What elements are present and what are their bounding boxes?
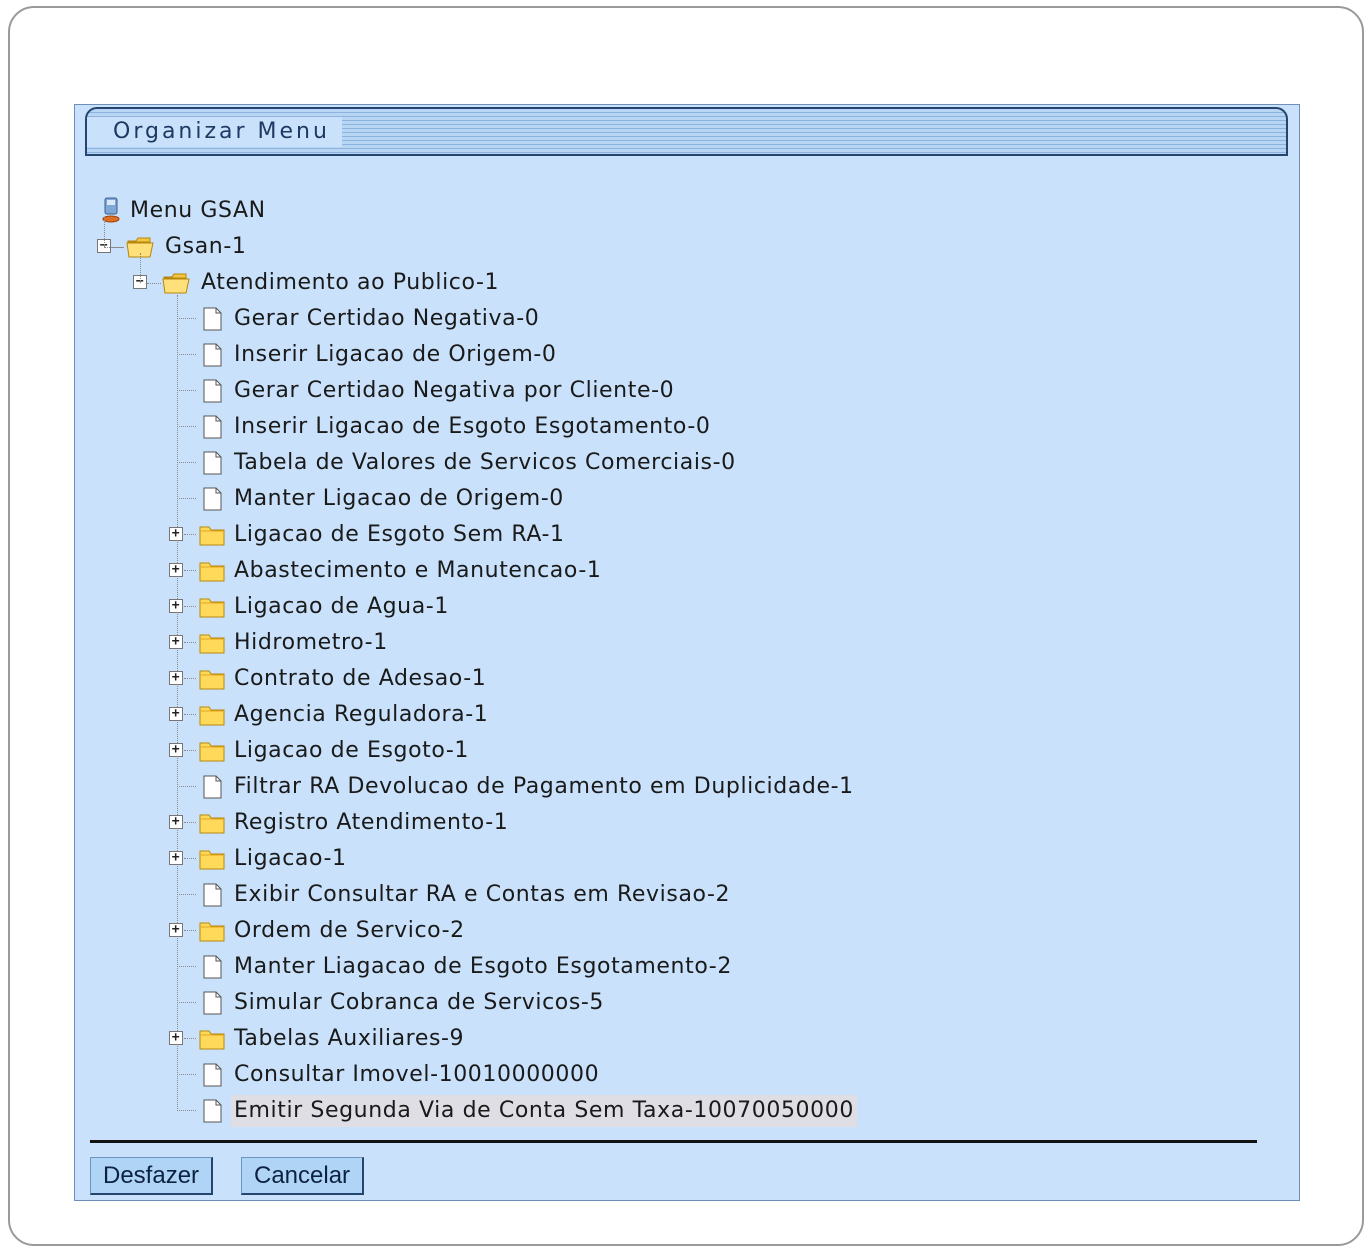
tree-item-label: Agencia Reguladora-1 [234,702,489,727]
tree-item-label: Hidrometro-1 [234,630,388,655]
tree-connector [184,606,196,607]
tree-connector [111,247,123,248]
undo-button[interactable]: Desfazer [90,1157,214,1195]
tree-connector [177,295,178,1111]
expand-toggle[interactable]: + [169,671,183,685]
folder-icon [199,598,225,618]
document-icon [203,487,222,511]
expand-toggle[interactable]: + [169,707,183,721]
tree-item-label: Ligacao de Esgoto-1 [234,738,469,763]
tree-connector [177,426,196,427]
panel-header: Organizar Menu [85,107,1288,156]
folder-icon [199,670,225,690]
tree-connector [184,534,196,535]
tree-item-label: Contrato de Adesao-1 [234,666,487,691]
expand-toggle[interactable]: + [169,815,183,829]
computer-icon [102,197,120,223]
document-icon [203,1063,222,1087]
tree-connector [177,966,196,967]
tree-connector [184,930,196,931]
tree-connector [177,1110,196,1111]
tree-connector [177,390,196,391]
folder-icon [199,526,225,546]
folder-icon [199,742,225,762]
document-icon [203,415,222,439]
expand-toggle[interactable]: + [169,1031,183,1045]
tree-item-label: Consultar Imovel-10010000000 [234,1062,600,1087]
expand-toggle[interactable]: + [169,599,183,613]
tree-connector [177,894,196,895]
tree-connector [177,354,196,355]
tree-item-label: Abastecimento e Manutencao-1 [234,558,602,583]
tree-item-label: Ligacao de Agua-1 [234,594,449,619]
document-icon [203,343,222,367]
tree-connector [184,678,196,679]
tree-connector [184,714,196,715]
tree-connector [177,1074,196,1075]
divider [90,1140,1257,1143]
document-icon [203,883,222,907]
tree-connector [177,318,196,319]
tree-connector [184,1038,196,1039]
tree-item-label: Tabela de Valores de Servicos Comerciais… [234,450,736,475]
tree-item-label: Exibir Consultar RA e Contas em Revisao-… [234,882,731,907]
panel-title: Organizar Menu [87,117,342,147]
expand-toggle[interactable]: + [169,923,183,937]
document-icon [203,955,222,979]
folder-open-icon [162,273,190,294]
folder-icon [199,1030,225,1050]
tree-node-label: Atendimento ao Publico-1 [201,270,500,295]
folder-icon [199,922,225,942]
tree-connector [177,462,196,463]
tree-connector [177,1002,196,1003]
tree-node-label: Gsan-1 [165,234,247,259]
folder-icon [199,634,225,654]
tree-item-label: Tabelas Auxiliares-9 [234,1026,465,1051]
expand-toggle[interactable]: + [169,635,183,649]
tree-connector [184,858,196,859]
tree-root-label: Menu GSAN [130,198,266,223]
tree-item-label: Manter Liagacao de Esgoto Esgotamento-2 [234,954,732,979]
tree-connector [184,750,196,751]
tree-connector [184,822,196,823]
tree-connector [184,570,196,571]
tree-connector [184,642,196,643]
organizar-menu-panel: Organizar Menu Menu GSAN − Gsan-1 − Aten… [74,104,1300,1201]
tree-item-label: Registro Atendimento-1 [234,810,509,835]
tree-item-label: Gerar Certidao Negativa-0 [234,306,540,331]
document-icon [203,991,222,1015]
tree-item-label: Ligacao-1 [234,846,347,871]
document-icon [203,451,222,475]
tree-item-label: Inserir Ligacao de Origem-0 [234,342,557,367]
document-icon [203,379,222,403]
tree-connector [147,283,161,284]
tree-item-label: Emitir Segunda Via de Conta Sem Taxa-100… [231,1095,857,1127]
tree-item-label: Manter Ligacao de Origem-0 [234,486,564,511]
tree-connector [140,253,141,283]
expand-toggle[interactable]: + [169,563,183,577]
expand-toggle[interactable]: + [169,851,183,865]
folder-icon [199,814,225,834]
folder-icon [199,706,225,726]
tree-connector [177,786,196,787]
document-icon [203,775,222,799]
tree-item-label: Simular Cobranca de Servicos-5 [234,990,605,1015]
tree-connector [177,498,196,499]
document-icon [203,307,222,331]
folder-icon [199,850,225,870]
document-icon [203,1099,222,1123]
tree-item-label: Ordem de Servico-2 [234,918,465,943]
expand-toggle[interactable]: + [169,527,183,541]
tree-item-label: Inserir Ligacao de Esgoto Esgotamento-0 [234,414,711,439]
tree-item-label: Ligacao de Esgoto Sem RA-1 [234,522,565,547]
expand-toggle[interactable]: + [169,743,183,757]
tree-item-label: Filtrar RA Devolucao de Pagamento em Dup… [234,774,854,799]
tree-item-label: Gerar Certidao Negativa por Cliente-0 [234,378,675,403]
tree-connector [104,217,105,247]
cancel-button[interactable]: Cancelar [241,1157,365,1195]
folder-icon [199,562,225,582]
